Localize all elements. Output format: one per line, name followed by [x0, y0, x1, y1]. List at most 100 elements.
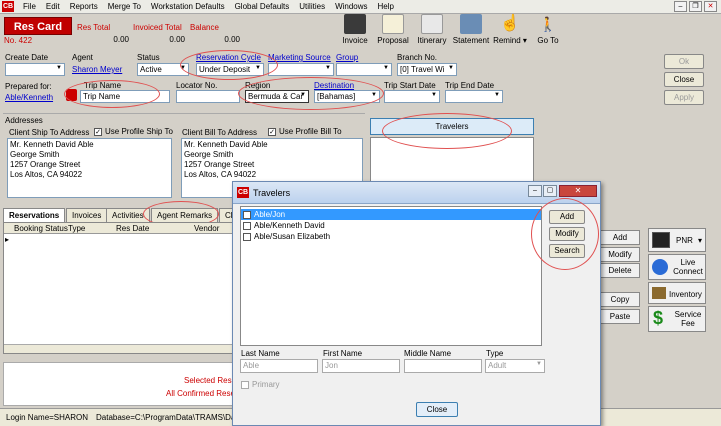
ship-line: Mr. Kenneth David Able: [10, 140, 94, 149]
create-date-field[interactable]: [5, 63, 65, 76]
minimize-icon[interactable]: –: [528, 185, 542, 197]
inventory-label: Inventory: [669, 290, 702, 299]
traveler-name: Able/Kenneth David: [254, 221, 325, 230]
apply-button[interactable]: Apply: [664, 90, 704, 105]
middle-name-label: Middle Name: [404, 349, 452, 358]
close-button[interactable]: Close: [664, 72, 704, 87]
close-window-icon[interactable]: ✕: [704, 1, 717, 12]
marketing-source-link[interactable]: Marketing Source: [268, 53, 331, 62]
traveler-item[interactable]: Able/Susan Elizabeth: [241, 231, 541, 242]
agent-value[interactable]: Sharon Meyer: [72, 65, 122, 74]
dialog-close-button[interactable]: Close: [416, 402, 458, 417]
menu-windows[interactable]: Windows: [330, 0, 372, 11]
invoice-button[interactable]: Invoice: [338, 14, 372, 45]
group-link[interactable]: Group: [336, 53, 358, 62]
tab-more[interactable]: Cl: [219, 208, 233, 222]
col-type[interactable]: Type: [68, 224, 85, 233]
traveler-item[interactable]: Able/Jon: [241, 209, 541, 220]
menu-reports[interactable]: Reports: [65, 0, 103, 11]
proposal-button[interactable]: Proposal: [374, 14, 412, 45]
balance-label: Balance: [190, 23, 219, 32]
trip-end-label: Trip End Date: [445, 81, 495, 90]
ok-button[interactable]: Ok: [664, 54, 704, 69]
branch-select[interactable]: [0] Travel Wi: [397, 63, 457, 76]
middle-name-input[interactable]: [404, 359, 482, 373]
delete-button[interactable]: Delete: [600, 263, 640, 278]
ship-line: 1257 Orange Street: [10, 160, 81, 169]
service-fee-button[interactable]: $ Service Fee: [648, 306, 706, 332]
prepared-for-value[interactable]: Able/Kenneth: [5, 93, 53, 102]
last-name-input[interactable]: Able: [240, 359, 318, 373]
col-booking-status[interactable]: Booking Status: [14, 224, 68, 233]
modify-button[interactable]: Modify: [600, 247, 640, 262]
menu-global-defaults[interactable]: Global Defaults: [230, 0, 295, 11]
res-number: No. 422: [4, 36, 33, 45]
tab-reservations[interactable]: Reservations: [3, 208, 66, 223]
trip-end-field[interactable]: [445, 90, 503, 103]
inventory-button[interactable]: Inventory: [648, 282, 706, 304]
checkbox-icon: [241, 380, 249, 389]
checkbox-checked-icon: ✓: [94, 127, 102, 136]
itinerary-icon: [421, 14, 443, 34]
type-select[interactable]: Adult: [485, 359, 545, 373]
use-profile-ship-checkbox[interactable]: ✓ Use Profile Ship To: [94, 127, 173, 136]
statement-icon: [460, 14, 482, 34]
add-button[interactable]: Add: [600, 230, 640, 245]
menu-help[interactable]: Help: [373, 0, 399, 11]
first-name-label: First Name: [323, 349, 363, 358]
goto-button[interactable]: 🚶 Go To: [535, 14, 561, 45]
primary-checkbox[interactable]: Primary: [241, 380, 280, 389]
travelers-list[interactable]: Able/Jon Able/Kenneth David Able/Susan E…: [240, 206, 542, 346]
menu-bar: CB File Edit Reports Merge To Workstation De…: [0, 0, 721, 14]
live-connect-label: Live Connect: [673, 258, 703, 276]
bill-line: George Smith: [184, 150, 234, 159]
menu-workstation-defaults[interactable]: Workstation Defaults: [146, 0, 230, 11]
menu-file[interactable]: File: [18, 0, 41, 11]
statement-label: Statement: [452, 36, 490, 45]
dropdown-arrow-icon: ▾: [698, 236, 703, 245]
bill-line: Los Altos, CA 94022: [184, 170, 257, 179]
locator-input[interactable]: [176, 90, 240, 103]
menu-edit[interactable]: Edit: [41, 0, 65, 11]
pnr-button[interactable]: PNR ▾: [648, 228, 706, 252]
primary-label: Primary: [252, 380, 280, 389]
itinerary-button[interactable]: Itinerary: [415, 14, 449, 45]
restore-icon[interactable]: ❐: [689, 1, 702, 12]
globe-icon: [652, 259, 668, 275]
restore-icon[interactable]: ▢: [543, 185, 557, 197]
col-vendor[interactable]: Vendor: [194, 224, 219, 233]
res-total-value: 0.00: [113, 35, 129, 44]
annotation-ring: [382, 113, 512, 149]
ship-to-address[interactable]: Mr. Kenneth David Able George Smith 1257…: [7, 138, 172, 198]
dialog-title-bar: CB Travelers – ▢ ✕: [233, 182, 600, 204]
menu-utilities[interactable]: Utilities: [294, 0, 330, 11]
ship-line: George Smith: [10, 150, 60, 159]
checkbox-icon[interactable]: [243, 221, 251, 230]
document-icon: [382, 14, 404, 34]
paste-button[interactable]: Paste: [600, 309, 640, 324]
menu-merge-to[interactable]: Merge To: [103, 0, 146, 11]
col-res-date[interactable]: Res Date: [116, 224, 149, 233]
remind-button[interactable]: ☝ Remind ▾: [491, 14, 529, 45]
use-profile-bill-checkbox[interactable]: ✓ Use Profile Bill To: [268, 127, 342, 136]
tab-invoices[interactable]: Invoices: [66, 208, 108, 222]
app-logo-icon: CB: [2, 1, 14, 12]
trip-start-field[interactable]: [384, 90, 440, 103]
checkbox-icon[interactable]: [243, 232, 251, 241]
first-name-input[interactable]: Jon: [322, 359, 400, 373]
statement-button[interactable]: Statement: [452, 14, 490, 45]
invoice-label: Invoice: [342, 36, 368, 45]
minimize-icon[interactable]: –: [674, 1, 687, 12]
live-connect-button[interactable]: Live Connect: [648, 254, 706, 280]
close-dialog-icon[interactable]: ✕: [559, 185, 597, 197]
traveler-item[interactable]: Able/Kenneth David: [241, 220, 541, 231]
annotation-ring: [64, 80, 160, 108]
copy-button[interactable]: Copy: [600, 292, 640, 307]
bill-line: 1257 Orange Street: [184, 160, 255, 169]
checkbox-icon[interactable]: [243, 210, 251, 219]
pnr-label: PNR: [676, 236, 693, 245]
group-select[interactable]: [336, 63, 392, 76]
status-label: Status: [137, 53, 160, 62]
all-confirmed-label: All Confirmed Reser: [166, 389, 238, 398]
horizontal-scrollbar[interactable]: [4, 344, 234, 353]
